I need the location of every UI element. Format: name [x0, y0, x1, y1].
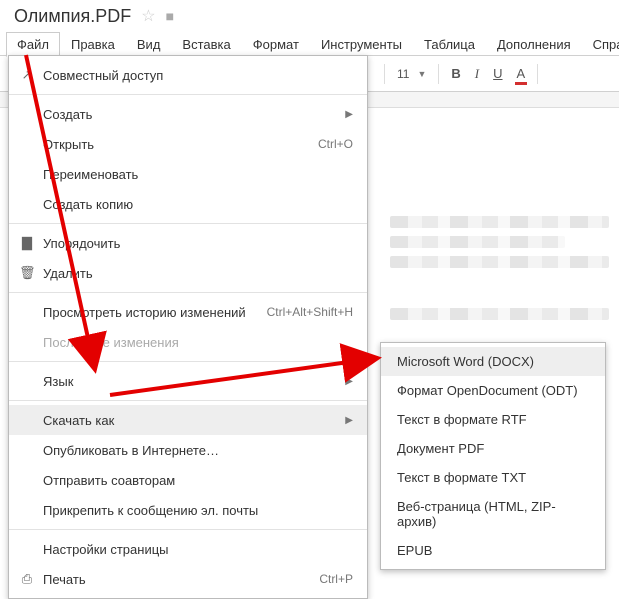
menu-language[interactable]: Язык▶	[9, 366, 367, 396]
star-icon[interactable]: ☆	[141, 6, 155, 26]
submenu-epub[interactable]: EPUB	[381, 536, 605, 565]
menu-table[interactable]: Таблица	[413, 32, 486, 57]
menu-insert[interactable]: Вставка	[171, 32, 241, 57]
menu-edit[interactable]: Правка	[60, 32, 126, 57]
trash-icon: 🗑	[19, 265, 35, 281]
menu-recent-changes: Последние изменения	[9, 327, 367, 357]
chevron-down-icon: ▼	[417, 69, 426, 79]
menu-create[interactable]: Создать▶	[9, 99, 367, 129]
menu-view[interactable]: Вид	[126, 32, 172, 57]
submenu-pdf[interactable]: Документ PDF	[381, 434, 605, 463]
download-as-submenu: Microsoft Word (DOCX) Формат OpenDocumen…	[380, 342, 606, 570]
menu-publish[interactable]: Опубликовать в Интернете…	[9, 435, 367, 465]
menu-email-attachment[interactable]: Прикрепить к сообщению эл. почты	[9, 495, 367, 525]
file-dropdown: ↗ Совместный доступ Создать▶ ОткрытьCtrl…	[8, 55, 368, 599]
menu-file[interactable]: Файл	[6, 32, 60, 57]
menu-page-setup[interactable]: Настройки страницы	[9, 534, 367, 564]
menu-open[interactable]: ОткрытьCtrl+O	[9, 129, 367, 159]
folder-icon: ▇	[19, 235, 35, 251]
font-size-selector[interactable]: 11 ▼	[391, 63, 432, 85]
submenu-docx[interactable]: Microsoft Word (DOCX)	[381, 347, 605, 376]
menu-addons[interactable]: Дополнения	[486, 32, 582, 57]
submenu-html[interactable]: Веб-страница (HTML, ZIP-архив)	[381, 492, 605, 536]
menu-help[interactable]: Справка	[582, 32, 619, 57]
chevron-right-icon: ▶	[345, 376, 353, 387]
menu-tools[interactable]: Инструменты	[310, 32, 413, 57]
folder-icon[interactable]: ■	[166, 8, 174, 24]
print-icon: ⎙	[19, 571, 35, 587]
menu-print[interactable]: ⎙ ПечатьCtrl+P	[9, 564, 367, 594]
share-icon: ↗	[19, 67, 35, 83]
menu-rename[interactable]: Переименовать	[9, 159, 367, 189]
submenu-odt[interactable]: Формат OpenDocument (ODT)	[381, 376, 605, 405]
submenu-txt[interactable]: Текст в формате TXT	[381, 463, 605, 492]
submenu-rtf[interactable]: Текст в формате RTF	[381, 405, 605, 434]
menu-organize[interactable]: ▇ Упорядочить	[9, 228, 367, 258]
menubar: Файл Правка Вид Вставка Формат Инструмен…	[0, 28, 619, 56]
underline-button[interactable]: U	[487, 62, 508, 85]
menu-download-as[interactable]: Скачать как▶	[9, 405, 367, 435]
menu-email-collaborators[interactable]: Отправить соавторам	[9, 465, 367, 495]
menu-revision-history[interactable]: Просмотреть историю измененийCtrl+Alt+Sh…	[9, 297, 367, 327]
menu-delete[interactable]: 🗑 Удалить	[9, 258, 367, 288]
menu-share[interactable]: ↗ Совместный доступ	[9, 60, 367, 90]
menu-make-copy[interactable]: Создать копию	[9, 189, 367, 219]
menu-format[interactable]: Формат	[242, 32, 310, 57]
document-title[interactable]: Олимпия.PDF	[14, 6, 131, 27]
chevron-right-icon: ▶	[345, 109, 353, 120]
italic-button[interactable]: I	[469, 62, 485, 86]
bold-button[interactable]: B	[445, 62, 466, 85]
text-color-button[interactable]: A	[511, 62, 532, 85]
chevron-right-icon: ▶	[345, 415, 353, 426]
